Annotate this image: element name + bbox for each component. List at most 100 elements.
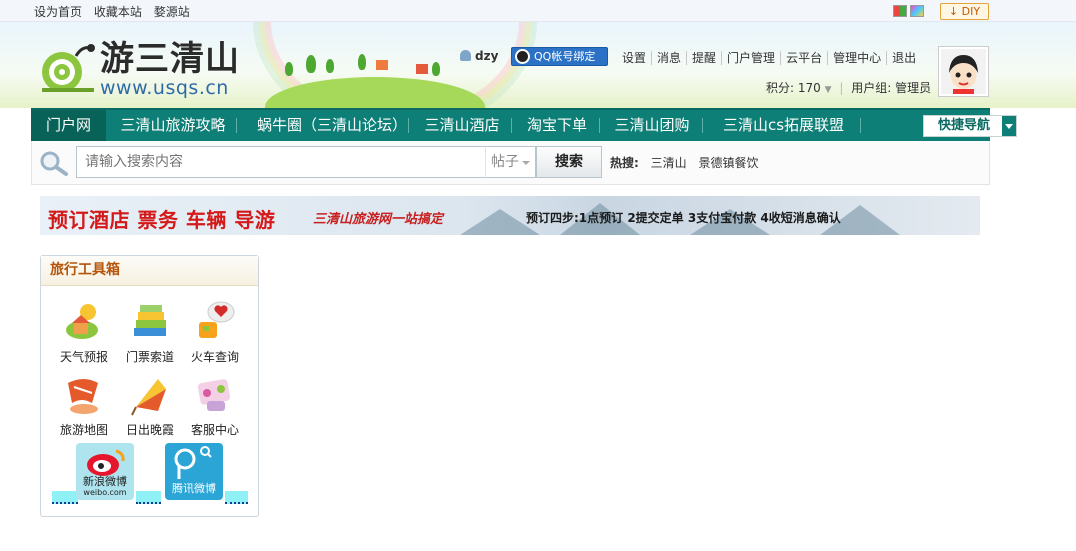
qq-bind-button[interactable]: QQ帐号绑定 xyxy=(511,47,608,66)
skin-switcher xyxy=(893,5,927,19)
nav-forum[interactable]: 蜗牛圈（三清山论坛） xyxy=(247,110,417,141)
logout-link[interactable]: 退出 xyxy=(886,51,922,65)
bookmark-site-link[interactable]: 收藏本站 xyxy=(94,5,142,19)
logo-url: www.usqs.cn xyxy=(100,77,229,99)
nav-divider xyxy=(236,118,237,133)
settings-link[interactable]: 设置 xyxy=(622,51,651,65)
hot-search-link[interactable]: 三清山 xyxy=(651,156,687,170)
tool-weather[interactable]: 天气预报 xyxy=(54,300,114,365)
search-type-value: 帖子 xyxy=(491,154,519,170)
user-links: 设置 消息 提醒 门户管理 云平台 管理中心 退出 xyxy=(622,49,922,66)
nav-divider xyxy=(408,118,409,133)
house-decoration xyxy=(376,60,388,70)
top-links: 设为首页 收藏本站 婺源站 xyxy=(34,3,198,20)
snail-logo-icon xyxy=(42,44,95,92)
nav-hotel[interactable]: 三清山酒店 xyxy=(417,110,507,141)
banner-steps: 预订四步:1点预订 2提交定单 3支付宝付款 4收短消息确认 xyxy=(526,211,841,225)
score-dropdown[interactable]: 积分: 170 xyxy=(766,81,821,95)
tool-label: 日出晚霞 xyxy=(125,423,174,437)
usergroup-label[interactable]: 用户组: 管理员 xyxy=(851,81,931,95)
skin-icon-1[interactable] xyxy=(893,5,907,17)
nav-divider xyxy=(702,118,703,133)
banner-slogan: 三清山旅游网一站搞定 xyxy=(313,212,444,227)
sina-weibo-domain: weibo.com xyxy=(83,488,127,497)
sunrise-kite-icon xyxy=(131,379,166,416)
messages-link[interactable]: 消息 xyxy=(651,51,687,65)
hot-search-link[interactable]: 景德镇餐饮 xyxy=(698,156,758,170)
main-nav: 门户网 三清山旅游攻略 蜗牛圈（三清山论坛） 三清山酒店 淘宝下单 三清山团购 … xyxy=(31,108,1017,141)
tencent-weibo-button[interactable]: 腾讯微博 xyxy=(165,443,223,500)
search-type-select[interactable]: 帖子 xyxy=(485,146,536,178)
avatar-face-icon xyxy=(941,49,986,94)
tool-label: 天气预报 xyxy=(59,350,108,364)
tree-decoration xyxy=(358,54,366,70)
banner-main-text: 预订酒店 票务 车辆 导游 xyxy=(48,208,276,232)
wuyuan-site-link[interactable]: 婺源站 xyxy=(154,5,190,19)
site-header: 游三清山 www.usqs.cn dzy QQ帐号绑定 设置 消息 提醒 门户管理 云平… xyxy=(0,22,1076,108)
tool-customer-service[interactable]: 客服中心 xyxy=(185,373,245,438)
diy-button[interactable]: ↓ DIY xyxy=(940,3,989,20)
qq-bind-label: QQ帐号绑定 xyxy=(534,50,596,63)
search-icon xyxy=(40,151,68,176)
tree-decoration xyxy=(432,62,440,76)
ticket-stack-icon xyxy=(134,305,166,336)
nav-taobao-order[interactable]: 淘宝下单 xyxy=(519,110,595,141)
tencent-weibo-icon xyxy=(174,446,212,479)
tool-sunrise[interactable]: 日出晚霞 xyxy=(120,373,180,438)
reminders-link[interactable]: 提醒 xyxy=(686,51,722,65)
dotted-divider xyxy=(52,491,78,504)
cloud-platform-link[interactable]: 云平台 xyxy=(780,51,828,65)
username-text: dzy xyxy=(475,49,499,63)
quick-nav-label: 快捷导航 xyxy=(938,118,991,133)
quick-nav-button[interactable]: 快捷导航 xyxy=(923,115,1017,137)
site-logo[interactable]: 游三清山 www.usqs.cn xyxy=(36,36,246,98)
skin-icon-2[interactable] xyxy=(910,5,924,17)
nav-divider xyxy=(860,118,861,133)
booking-banner[interactable]: 预订酒店 票务 车辆 导游 三清山旅游网一站搞定 预订四步:1点预订 2提交定单… xyxy=(40,196,980,235)
chevron-down-icon: ▼ xyxy=(824,85,832,95)
hot-searches: 热搜: 三清山 景德镇餐饮 xyxy=(610,154,767,171)
search-bar: 帖子 搜索 热搜: 三清山 景德镇餐饮 xyxy=(31,141,990,185)
qq-penguin-icon xyxy=(515,49,530,64)
sina-weibo-label: 新浪微博 xyxy=(83,475,127,488)
chevron-down-icon xyxy=(1002,116,1016,136)
top-toolbar: 设为首页 收藏本站 婺源站 ↓ DIY xyxy=(0,0,1076,22)
dotted-divider xyxy=(225,491,248,504)
nav-group-buy[interactable]: 三清山团购 xyxy=(607,110,697,141)
nav-travel-guide[interactable]: 三清山旅游攻略 xyxy=(113,110,233,141)
tree-decoration xyxy=(306,55,316,73)
tool-label: 门票索道 xyxy=(125,350,174,364)
train-heart-icon xyxy=(199,301,235,338)
toolbox-title: 旅行工具箱 xyxy=(41,256,258,286)
avatar[interactable] xyxy=(938,46,989,97)
tool-label: 火车查询 xyxy=(190,350,239,364)
search-button[interactable]: 搜索 xyxy=(536,146,602,178)
username-link[interactable]: dzy xyxy=(460,49,498,63)
user-stats: 积分: 170 ▼ | 用户组: 管理员 xyxy=(766,81,932,95)
hot-searches-label: 热搜: xyxy=(610,156,639,170)
tool-label: 客服中心 xyxy=(190,423,239,437)
nav-cs-alliance[interactable]: 三清山cs拓展联盟 xyxy=(711,110,856,141)
set-homepage-link[interactable]: 设为首页 xyxy=(34,5,82,19)
nav-divider xyxy=(511,118,512,133)
dotted-divider xyxy=(136,491,161,504)
customer-service-icon xyxy=(197,379,231,411)
tool-train[interactable]: 火车查询 xyxy=(185,300,245,365)
tencent-weibo-label: 腾讯微博 xyxy=(172,482,216,495)
diy-label: DIY xyxy=(961,5,981,18)
weather-icon xyxy=(66,304,98,339)
tree-decoration xyxy=(285,62,293,76)
tool-label: 旅游地图 xyxy=(59,423,108,437)
tree-decoration xyxy=(326,59,334,73)
admin-center-link[interactable]: 管理中心 xyxy=(827,51,887,65)
user-icon xyxy=(460,50,471,61)
tool-tickets[interactable]: 门票索道 xyxy=(120,300,180,365)
search-input[interactable] xyxy=(76,146,486,178)
portal-admin-link[interactable]: 门户管理 xyxy=(721,51,781,65)
map-icon xyxy=(68,379,98,414)
nav-portal[interactable]: 门户网 xyxy=(31,110,106,141)
tool-map[interactable]: 旅游地图 xyxy=(54,373,114,438)
sina-weibo-button[interactable]: 新浪微博 weibo.com xyxy=(76,443,134,500)
nav-divider xyxy=(599,118,600,133)
logo-title: 游三清山 xyxy=(100,39,240,79)
